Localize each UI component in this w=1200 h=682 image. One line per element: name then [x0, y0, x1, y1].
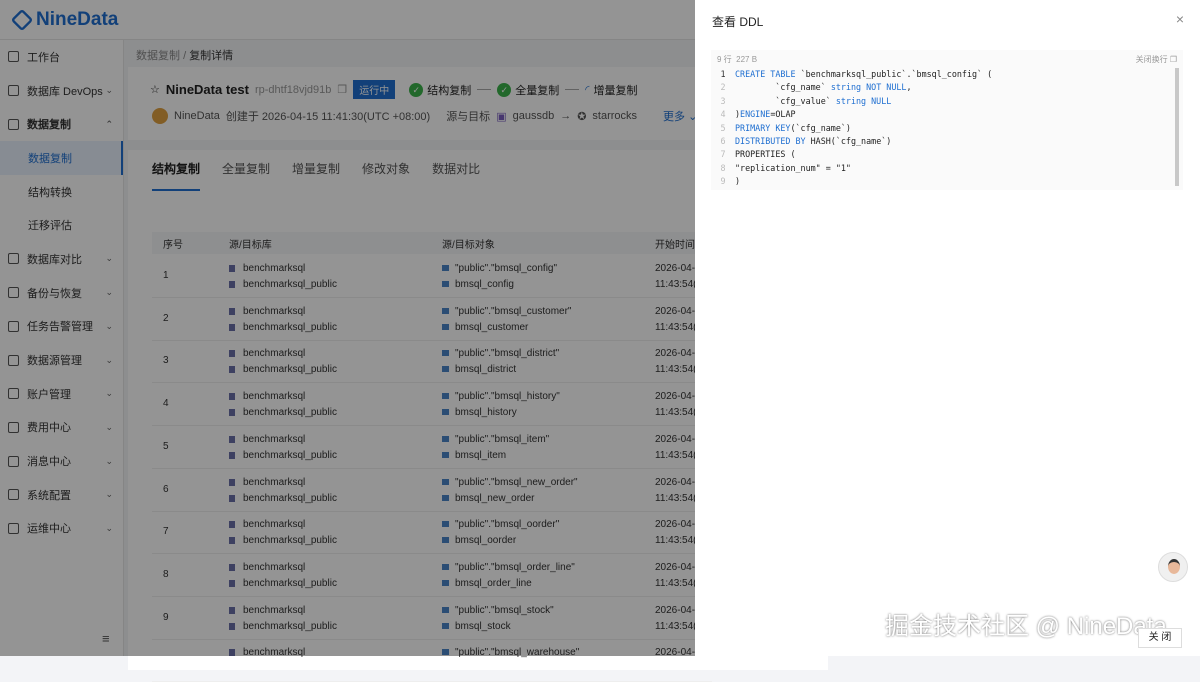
code-token: `cfg_name`	[735, 82, 831, 93]
line-number: 5	[720, 122, 726, 133]
support-avatar-icon[interactable]	[1158, 552, 1188, 582]
code-line: 7 PROPERTIES (	[711, 148, 992, 161]
ddl-drawer: 查看 DDL × 9 行 227 B 关闭换行 ❐ 1 CREATE TABLE …	[695, 0, 1200, 656]
line-number: 4	[720, 109, 726, 120]
drawer-title: 查看 DDL	[712, 15, 764, 29]
code-line: 4)ENGINE=OLAP	[711, 108, 992, 121]
code-line: 5 PRIMARY KEY(`cfg_name`)	[711, 122, 992, 135]
code-token: ENGINE	[740, 109, 771, 120]
code-token: PRIMARY KEY	[735, 122, 791, 133]
line-number: 1	[720, 69, 726, 79]
code-content: 1 CREATE TABLE `benchmarksql_public`.`bms…	[711, 68, 992, 189]
close-button[interactable]: 关 闭	[1138, 628, 1182, 648]
code-line: 1 CREATE TABLE `benchmarksql_public`.`bms…	[711, 68, 992, 81]
line-number: 8	[720, 162, 726, 173]
code-token: CREATE TABLE	[735, 69, 801, 79]
code-editor[interactable]: 9 行 227 B 关闭换行 ❐ 1 CREATE TABLE `benchmar…	[711, 50, 1183, 190]
code-line: 8 "replication_num" = "1"	[711, 162, 992, 175]
scrollbar[interactable]	[1175, 68, 1179, 186]
code-line: 3 `cfg_value` string NULL	[711, 95, 992, 108]
line-number: 9	[720, 176, 726, 187]
code-token: ,	[906, 82, 912, 93]
line-number: 6	[720, 136, 726, 147]
code-token: string NULL	[835, 95, 892, 106]
wrap-toggle[interactable]: 关闭换行 ❐	[1136, 54, 1177, 65]
line-number: 3	[720, 95, 726, 106]
code-token: HASH(`cfg_name`)	[810, 136, 892, 147]
code-token: (`cfg_name`)	[790, 122, 851, 133]
editor-info: 9 行 227 B	[717, 54, 757, 65]
watermark: 掘金技术社区 @ NineData	[885, 613, 1167, 640]
size-info: 227 B	[736, 55, 758, 64]
code-line: 2 `cfg_name` string NOT NULL,	[711, 81, 992, 94]
code-token: `cfg_value`	[735, 95, 836, 106]
line-number: 2	[720, 82, 726, 93]
code-line: 9)	[711, 175, 992, 188]
code-line: 6 DISTRIBUTED BY HASH(`cfg_name`)	[711, 135, 992, 148]
line-count: 9 行	[717, 55, 732, 64]
code-token: `benchmarksql_public`.`bmsql_config` (	[800, 69, 993, 79]
code-token: =OLAP	[770, 109, 796, 120]
code-token: PROPERTIES (	[735, 149, 796, 160]
close-icon[interactable]: ×	[1176, 11, 1184, 27]
code-token: string NOT NULL	[830, 82, 907, 93]
code-token: DISTRIBUTED BY	[735, 136, 811, 147]
line-number: 7	[720, 149, 726, 160]
code-token: "replication_num" = "1"	[735, 162, 851, 173]
wrap-label: 关闭换行	[1135, 55, 1168, 64]
code-token: )	[735, 176, 741, 187]
copy-icon[interactable]: ❐	[1170, 55, 1177, 64]
